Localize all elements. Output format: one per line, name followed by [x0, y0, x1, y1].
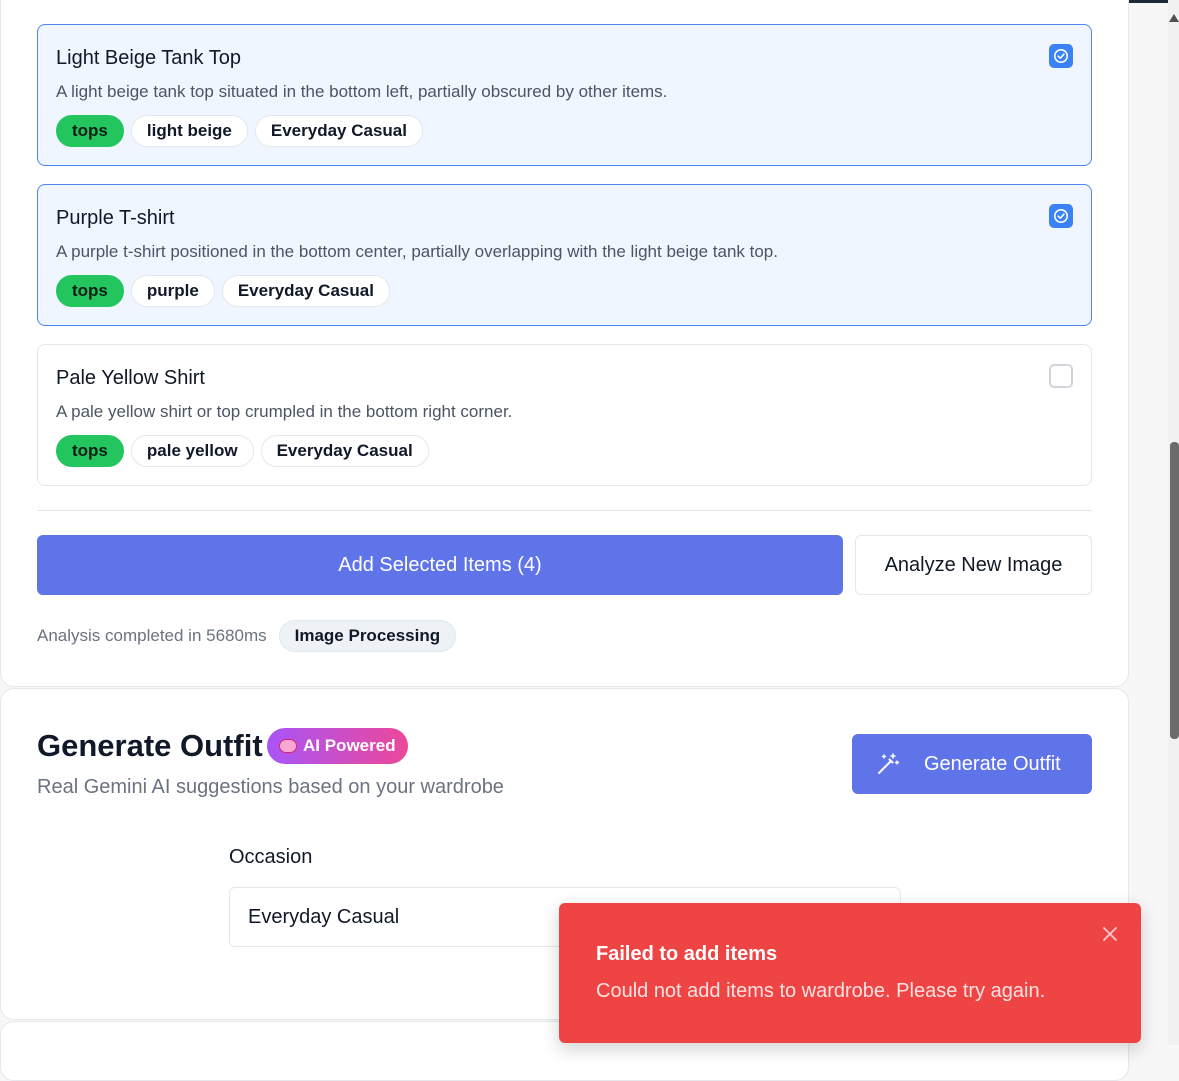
item-select-checkbox[interactable] — [1049, 364, 1073, 388]
item-description: A purple t-shirt positioned in the botto… — [56, 242, 778, 261]
item-select-checkbox[interactable] — [1049, 204, 1073, 228]
generate-outfit-button-label: Generate Outfit — [924, 752, 1061, 775]
detected-item-card[interactable]: Purple T-shirt A purple t-shirt position… — [37, 184, 1092, 326]
ai-badge-label: AI Powered — [303, 736, 396, 755]
category-tag: tops — [56, 435, 124, 467]
item-select-checkbox[interactable] — [1049, 44, 1073, 68]
item-tags: tops light beige Everyday Casual — [56, 115, 423, 147]
item-description: A pale yellow shirt or top crumpled in t… — [56, 402, 513, 421]
magic-wand-icon — [878, 753, 900, 774]
color-tag: pale yellow — [130, 435, 254, 467]
style-tag: Everyday Casual — [254, 115, 423, 147]
occasion-label: Occasion — [229, 846, 313, 868]
color-tag: light beige — [130, 115, 248, 147]
brain-icon — [279, 739, 297, 753]
generate-outfit-title: Generate Outfit — [37, 728, 263, 763]
section-divider — [37, 510, 1092, 511]
check-circle-icon — [1054, 209, 1068, 223]
category-tag: tops — [56, 275, 124, 307]
item-tags: tops pale yellow Everyday Casual — [56, 435, 429, 467]
toast-title: Failed to add items — [596, 943, 778, 965]
analyze-new-image-button[interactable]: Analyze New Image — [855, 535, 1092, 595]
color-tag: purple — [130, 275, 215, 307]
item-description: A light beige tank top situated in the b… — [56, 82, 668, 101]
error-toast: Failed to add items Could not add items … — [559, 903, 1141, 1043]
close-icon[interactable] — [1101, 925, 1119, 943]
item-title: Purple T-shirt — [56, 207, 175, 229]
analysis-time-text: Analysis completed in 5680ms — [37, 626, 267, 645]
generate-outfit-subtitle: Real Gemini AI suggestions based on your… — [37, 776, 504, 798]
toast-message: Could not add items to wardrobe. Please … — [596, 980, 1046, 1002]
style-tag: Everyday Casual — [260, 435, 429, 467]
ai-powered-badge: AI Powered — [267, 728, 408, 764]
analysis-meta: Analysis completed in 5680ms Image Proce… — [37, 620, 457, 652]
item-tags: tops purple Everyday Casual — [56, 275, 390, 307]
item-title: Light Beige Tank Top — [56, 47, 241, 69]
scroll-up-arrow[interactable] — [1169, 14, 1179, 22]
check-circle-icon — [1054, 49, 1068, 63]
item-title: Pale Yellow Shirt — [56, 367, 205, 389]
generate-outfit-button[interactable]: Generate Outfit — [852, 734, 1092, 794]
style-tag: Everyday Casual — [221, 275, 390, 307]
processing-badge: Image Processing — [278, 620, 457, 652]
detected-item-card[interactable]: Light Beige Tank Top A light beige tank … — [37, 24, 1092, 166]
category-tag: tops — [56, 115, 124, 147]
scrollbar-thumb[interactable] — [1170, 442, 1179, 739]
detected-item-card[interactable]: Pale Yellow Shirt A pale yellow shirt or… — [37, 344, 1092, 486]
add-selected-items-button[interactable]: Add Selected Items (4) — [37, 535, 843, 595]
